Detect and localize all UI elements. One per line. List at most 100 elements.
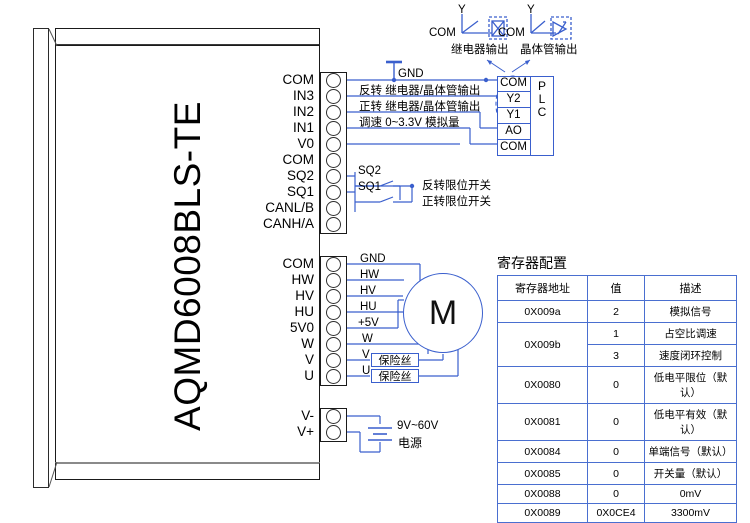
reverse-output-label: 反转 继电器/晶体管输出 xyxy=(359,85,481,97)
hall-hu-label: HU xyxy=(360,301,377,313)
register-row: 0X0081 0 低电平有效（默认） xyxy=(497,403,737,441)
terminal-label-w: W xyxy=(301,336,314,351)
terminal-label-v-: V+ xyxy=(297,424,314,439)
terminal-label-com: COM xyxy=(282,256,315,271)
terminal-pin xyxy=(326,305,341,320)
plc-pin-ao-3: AO xyxy=(497,124,530,140)
relay-y-label: Y xyxy=(458,4,466,16)
plc-pin-y1-2: Y1 xyxy=(497,108,530,124)
terminal-pin xyxy=(326,201,341,216)
hall-gnd-label: GND xyxy=(360,253,386,265)
supply-voltage-label: 9V~60V xyxy=(397,420,439,432)
supply-label: 电源 xyxy=(398,436,423,450)
register-description-cell: 速度闭环控制 xyxy=(644,344,737,367)
terminal-pin xyxy=(326,153,341,168)
hall-hv-label: HV xyxy=(360,285,376,297)
fuse-u-box: 保险丝 xyxy=(371,369,419,383)
register-description-cell: 开关量（默认） xyxy=(644,462,737,485)
register-address-cell: 0X009b xyxy=(497,322,588,367)
register-row: 0X009b 1 占空比调速 xyxy=(497,322,737,367)
register-table-header-row: 寄存器地址 值 描述 xyxy=(497,275,737,301)
terminal-label-hw: HW xyxy=(291,272,315,287)
register-value-cell: 0 xyxy=(587,403,645,441)
register-description-cell: 低电平限位（默认） xyxy=(644,366,737,404)
transistor-output-symbol xyxy=(530,14,572,40)
register-value-cell: 3 xyxy=(587,344,645,367)
register-address-cell: 0X0081 xyxy=(497,403,588,441)
register-description-cell: 占空比调速 xyxy=(644,322,737,345)
terminal-label-in3: IN3 xyxy=(292,88,314,103)
terminal-label-com: COM xyxy=(282,72,315,87)
output-type-pointers xyxy=(486,59,531,73)
register-address-cell: 0X0089 xyxy=(497,503,588,523)
chassis-mounting-rail xyxy=(33,28,49,488)
terminal-pin xyxy=(326,137,341,152)
motor-symbol: M xyxy=(403,273,483,353)
register-table-title: 寄存器配置 xyxy=(497,255,567,271)
hall-5v-label: +5V xyxy=(358,317,379,329)
register-description-cell: 低电平有效（默认） xyxy=(644,403,737,441)
plc-name-label: P L C xyxy=(537,79,547,119)
phase-u-label: U xyxy=(362,365,371,377)
sq1-tag: SQ1 xyxy=(358,181,382,193)
speed-analog-label: 调速 0~3.3V 模拟量 xyxy=(359,117,460,129)
sq2-tag: SQ2 xyxy=(358,165,382,177)
register-value-cell: 0X0CE4 xyxy=(587,503,645,523)
terminal-pin xyxy=(326,121,341,136)
register-row: 0X0080 0 低电平限位（默认） xyxy=(497,366,737,404)
register-row: 0X0084 0 单端信号（默认） xyxy=(497,440,737,463)
battery-symbol xyxy=(368,427,392,441)
terminal-pin xyxy=(326,217,341,232)
transistor-y-label: Y xyxy=(527,4,535,16)
terminal-label-in1: IN1 xyxy=(292,120,314,135)
register-address-cell: 0X0080 xyxy=(497,366,588,404)
terminal-label-v: V xyxy=(304,352,314,367)
terminal-label-u: U xyxy=(304,368,314,383)
terminal-pin xyxy=(326,89,341,104)
relay-output-type-label: 继电器输出 xyxy=(451,44,509,56)
register-config-table: 寄存器地址 值 描述 0X009a 2 模拟信号 0X009b 1 占空比调速 3 速度闭环控… xyxy=(497,275,737,523)
register-value-cell: 0 xyxy=(587,440,645,463)
terminal-label-canl-b: CANL/B xyxy=(265,200,314,215)
terminal-pin xyxy=(326,409,341,424)
register-address-cell: 0X0088 xyxy=(497,484,588,504)
plc-pin-y2-1: Y2 xyxy=(497,92,530,108)
terminal-label-com: COM xyxy=(282,152,315,167)
register-address-cell: 0X0084 xyxy=(497,440,588,463)
relay-com-label: COM xyxy=(429,27,456,39)
register-value-cell: 1 xyxy=(587,322,645,345)
terminal-pin xyxy=(326,169,341,184)
terminal-pin xyxy=(326,257,341,272)
register-address-cell: 0X009a xyxy=(497,300,588,323)
terminal-pin xyxy=(326,425,341,440)
terminal-pin xyxy=(326,353,341,368)
register-table-body: 0X009a 2 模拟信号 0X009b 1 占空比调速 3 速度闭环控制 0X0080 0 低电平… xyxy=(497,300,737,523)
register-row: 0X0089 0X0CE4 3300mV xyxy=(497,503,737,523)
terminal-label-hv: HV xyxy=(295,288,314,303)
sq2-description: 反转限位开关 xyxy=(422,180,491,192)
terminal-pin xyxy=(326,369,341,384)
chassis-top-flange xyxy=(55,28,320,46)
terminal-pin xyxy=(326,289,341,304)
register-value-cell: 0 xyxy=(587,366,645,404)
terminal-label-canh-a: CANH/A xyxy=(262,216,314,231)
terminal-label-sq2: SQ2 xyxy=(286,168,314,183)
terminal-pin xyxy=(326,273,341,288)
header-address: 寄存器地址 xyxy=(497,275,588,301)
phase-v-label: V xyxy=(362,349,370,361)
register-description-cell: 单端信号（默认） xyxy=(644,440,737,463)
register-row: 0X0085 0 开关量（默认） xyxy=(497,462,737,485)
register-value-cell: 0 xyxy=(587,462,645,485)
terminal-label-sq1: SQ1 xyxy=(286,184,314,199)
terminal-pin xyxy=(326,105,341,120)
forward-output-label: 正转 继电器/晶体管输出 xyxy=(359,101,481,113)
register-description-cell: 3300mV xyxy=(644,503,737,523)
header-value: 值 xyxy=(587,275,645,301)
register-address-cell: 0X0085 xyxy=(497,462,588,485)
terminal-pin xyxy=(326,73,341,88)
hall-hw-label: HW xyxy=(360,269,380,281)
terminal-label-v-: V- xyxy=(301,408,314,423)
terminal-pin xyxy=(326,337,341,352)
plc-pin-com-0: COM xyxy=(497,76,530,92)
terminal-label-5v0: 5V0 xyxy=(289,320,314,335)
